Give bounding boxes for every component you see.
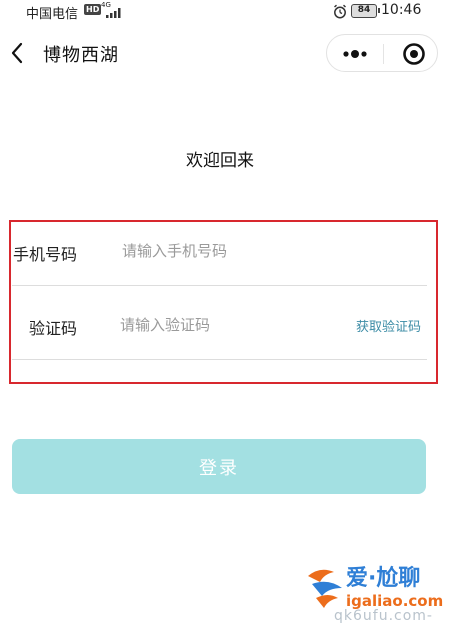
hd-icon: HD [84, 4, 102, 15]
mini-program-capsule [326, 34, 438, 72]
back-button[interactable] [8, 38, 36, 68]
more-button[interactable] [327, 35, 383, 73]
close-button[interactable] [384, 35, 439, 73]
carrier-name: 中国电信 [26, 7, 79, 22]
code-label: 验证码 [29, 319, 78, 338]
code-row: 验证码 获取验证码 [12, 286, 427, 360]
signal-icon [106, 8, 121, 18]
nav-bar: 博物西湖 [0, 24, 460, 82]
battery-icon: 84 [351, 4, 380, 18]
more-dots-icon [343, 50, 367, 58]
alarm-icon [334, 4, 346, 19]
status-bar: 中国电信 HD 4G 84 10:46 [0, 0, 460, 24]
target-close-icon [403, 43, 425, 65]
clock: 10:46 [381, 2, 422, 18]
watermark-subtext: qk6ufu.com- [334, 608, 433, 624]
welcome-heading: 欢迎回来 [186, 151, 254, 171]
phone-label: 手机号码 [13, 245, 78, 264]
watermark-title: 爱·尬聊 [346, 566, 421, 591]
code-input[interactable] [120, 313, 340, 337]
get-code-button[interactable]: 获取验证码 [356, 316, 421, 335]
login-button[interactable]: 登录 [12, 439, 426, 494]
phone-input[interactable] [122, 239, 402, 263]
phone-row: 手机号码 [12, 232, 427, 286]
page-title: 博物西湖 [43, 45, 119, 66]
chevron-left-icon [11, 42, 23, 64]
watermark: 爱·尬聊 igaliao.com qk6ufu.com- [298, 558, 460, 628]
